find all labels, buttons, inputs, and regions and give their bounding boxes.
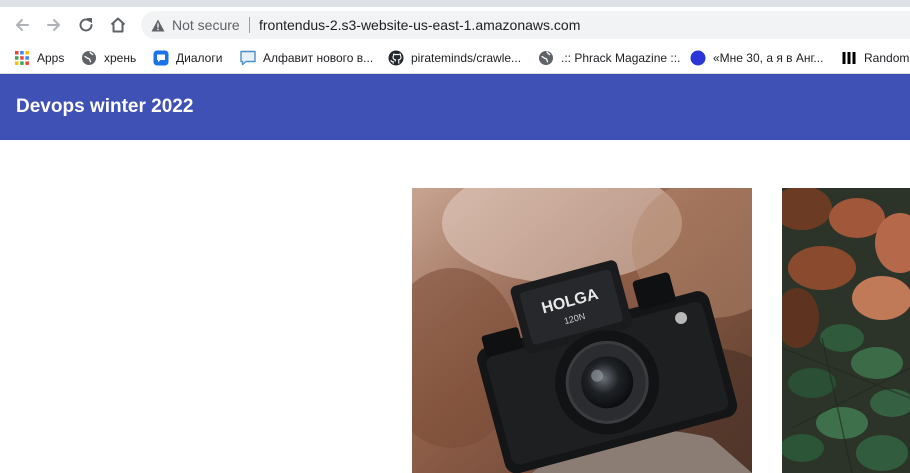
security-indicator[interactable]: Not secure [151,11,240,39]
app-header: Devops winter 2022 [0,74,910,140]
bars-icon [842,52,856,64]
browser-tab-strip [0,0,910,7]
gallery-card-camera[interactable]: HOLGA 120N [412,188,752,473]
bookmarks-bar: Apps хрень Диалоги Алфавит нового в... p… [0,43,910,74]
bookmark-hren[interactable]: хрень [81,43,136,73]
blue-dot-icon [690,50,706,66]
camera-photo: HOLGA 120N [412,188,752,473]
bookmark-label: Алфавит нового в... [263,51,374,65]
bookmark-dialogi[interactable]: Диалоги [153,43,222,73]
bookmark-phrack[interactable]: .:: Phrack Magazine ::. [538,43,680,73]
chat-bubble-icon [153,50,169,66]
globe-icon [539,51,553,65]
bookmark-apps[interactable]: Apps [14,43,64,73]
bookmark-alfavit[interactable]: Алфавит нового в... [240,43,373,73]
omnibox-divider [249,17,250,33]
back-button[interactable] [9,12,35,38]
page-title: Devops winter 2022 [16,96,194,117]
bookmark-mne-30[interactable]: «Мне 30, а я в Анг... [690,43,823,73]
bookmark-pirateminds[interactable]: pirateminds/crawle... [388,43,521,73]
forward-button[interactable] [41,12,67,38]
url-text[interactable]: frontendus-2.s3-website-us-east-1.amazon… [259,11,580,39]
bookmark-label: «Мне 30, а я в Анг... [713,51,824,65]
security-label: Not secure [172,17,240,33]
arrow-left-icon [16,19,29,31]
warning-icon [151,19,165,31]
reload-button[interactable] [73,12,99,38]
bookmark-label: Random [864,51,910,65]
apps-grid-icon [15,51,29,65]
bookmark-label: хрень [104,51,137,65]
bookmark-label: Диалоги [176,51,223,65]
bookmark-label: .:: Phrack Magazine ::. [561,51,681,65]
bookmark-label: Apps [37,51,65,65]
gallery-card-leaves[interactable] [782,188,910,473]
leaves-photo [782,188,910,473]
address-bar[interactable]: Not secure frontendus-2.s3-website-us-ea… [141,11,910,39]
arrow-right-icon [47,19,60,31]
bookmark-label: pirateminds/crawle... [411,51,522,65]
github-icon [388,50,404,66]
message-icon [240,50,256,66]
reload-icon [79,18,93,32]
bookmark-random[interactable]: Random [841,43,909,73]
home-icon [110,17,126,33]
browser-toolbar: Not secure frontendus-2.s3-website-us-ea… [0,7,910,43]
globe-icon [82,51,96,65]
home-button[interactable] [105,12,131,38]
